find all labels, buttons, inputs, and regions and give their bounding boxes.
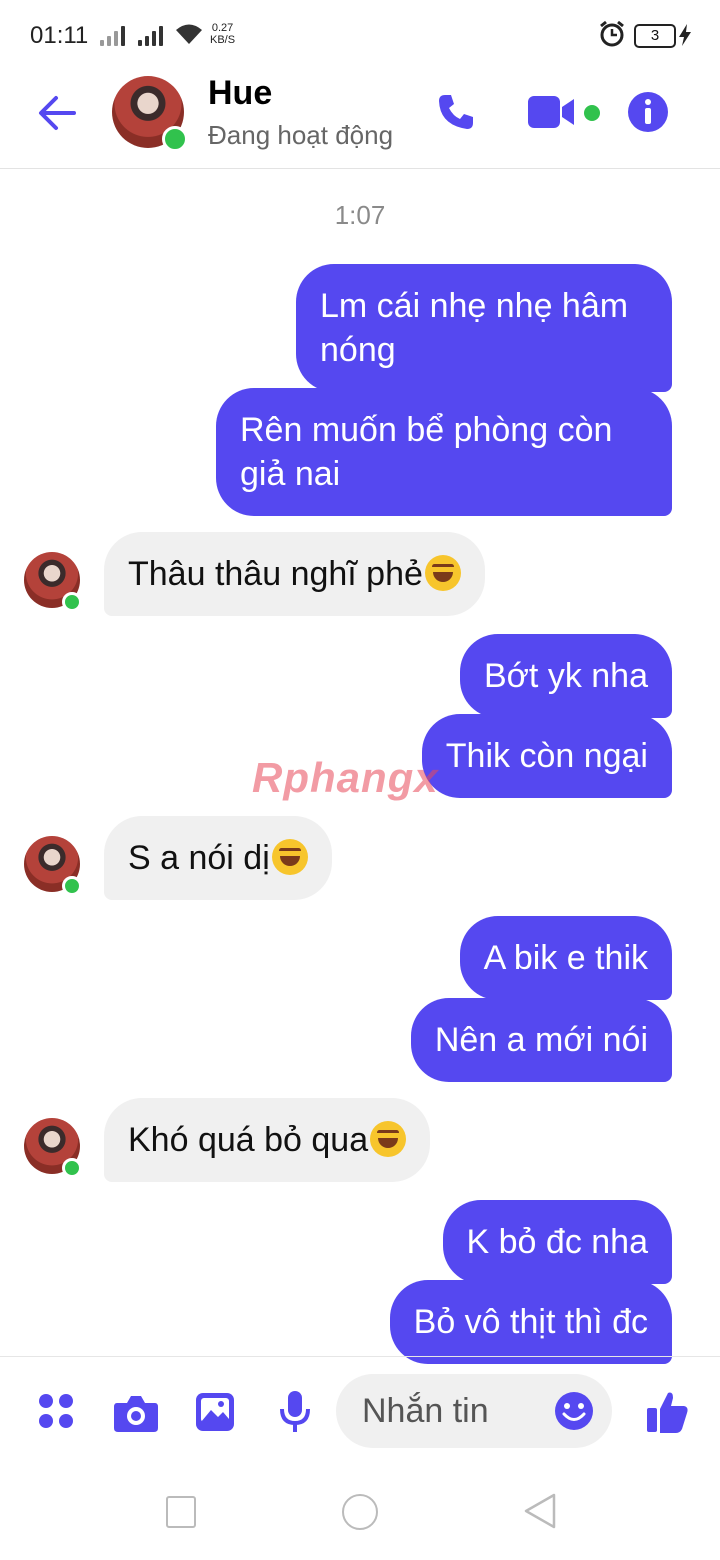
tears-of-joy-emoji-icon [424,555,461,591]
message-text: S a nói dị [128,839,270,877]
incoming-message[interactable]: Khó quá bỏ qua [104,1098,431,1182]
outgoing-message[interactable]: A bik e thik [459,916,672,1000]
message-text: Khó quá bỏ qua [128,1121,369,1159]
message-list[interactable]: 1:07 Lm cái nhẹ nhẹ hâm nóng Rên muốn bể… [0,170,720,1364]
incoming-message[interactable]: Thâu thâu nghĩ phẻ [104,532,485,616]
signal-icon-2 [138,24,168,46]
outgoing-message[interactable]: Bớt yk nha [459,634,672,718]
conversation-header: Hue Đang hoạt động [0,70,720,169]
system-navigation-bar [0,1468,720,1560]
info-icon[interactable] [627,91,669,133]
message-input-placeholder: Nhắn tin [362,1392,489,1430]
outgoing-message[interactable]: Thik còn ngại [421,714,672,798]
menu-dots-icon[interactable] [36,1391,76,1431]
thumbs-up-icon[interactable] [646,1389,690,1435]
online-indicator [62,1158,82,1178]
signal-icon [100,24,130,46]
watermark: Rphangx [252,754,439,801]
online-indicator [62,592,82,612]
gallery-icon[interactable] [194,1391,236,1433]
phone-icon[interactable] [436,92,476,132]
status-time: 01:11 [30,22,89,49]
back-button[interactable] [522,1492,558,1530]
video-call-icon[interactable] [528,94,578,130]
outgoing-message[interactable]: Nên a mới nói [410,998,672,1082]
outgoing-message[interactable]: K bỏ đc nha [442,1200,672,1284]
back-arrow-icon[interactable] [36,92,78,134]
message-input[interactable]: Nhắn tin [336,1374,612,1448]
network-speed: 0.27 KB/S [210,22,235,46]
tears-of-joy-emoji-icon [370,1121,407,1157]
rolling-laughing-emoji-icon [271,839,308,875]
microphone-icon[interactable] [278,1389,312,1435]
status-bar: 01:11 0.27 KB/S 3 [0,0,720,70]
video-active-dot [584,105,600,121]
outgoing-message[interactable]: Lm cái nhẹ nhẹ hâm nóng [296,264,672,392]
wifi-icon [176,24,202,44]
battery-level: 3 [650,27,660,44]
online-indicator [162,126,188,152]
contact-name[interactable]: Hue [208,74,272,113]
message-text: Thâu thâu nghĩ phẻ [128,555,423,593]
contact-status: Đang hoạt động [208,120,394,150]
battery-icon: 3 [634,24,676,48]
camera-icon[interactable] [113,1393,159,1433]
online-indicator [62,876,82,896]
message-composer: Nhắn tin [0,1356,720,1469]
home-button[interactable] [342,1494,378,1530]
emoji-icon[interactable] [554,1391,594,1431]
speed-value: 0.27 [211,22,234,34]
speed-unit: KB/S [210,34,236,46]
alarm-icon [600,20,624,47]
recent-apps-button[interactable] [166,1496,196,1528]
outgoing-message[interactable]: Bỏ vô thịt thì đc [389,1280,672,1364]
message-timestamp: 1:07 [334,200,386,230]
charging-icon [679,24,691,46]
outgoing-message[interactable]: Rên muốn bể phòng còn giả nai [216,388,672,516]
incoming-message[interactable]: S a nói dị [104,816,332,900]
